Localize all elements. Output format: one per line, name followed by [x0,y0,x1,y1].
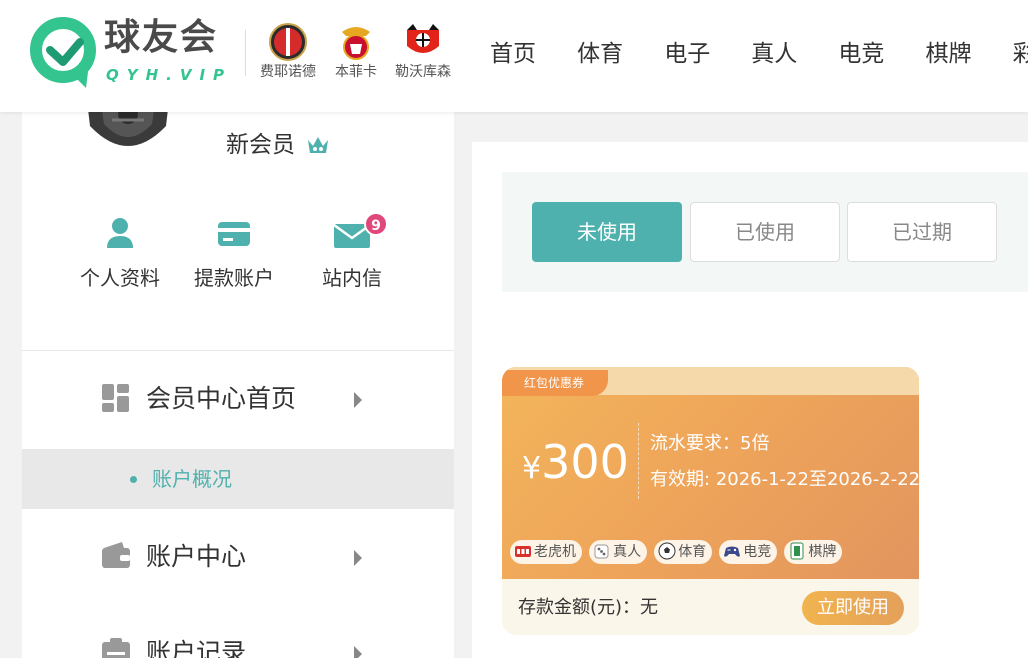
club-benfica[interactable]: 本菲卡 [320,22,392,81]
club-feyenoord[interactable]: 费耶诺德 [252,22,324,81]
sidebar-subitem-account-overview[interactable]: 账户概况 [22,449,454,509]
nav-item-cards[interactable]: 棋牌 [925,38,971,70]
nav-item-live-casino[interactable]: 真人 [751,38,797,70]
sidebar-item-label: 账户中心 [146,542,247,571]
coupon-amount: ¥300 [522,437,629,498]
tab-unused[interactable]: 未使用 [532,202,682,262]
club-leverkusen[interactable]: 勒沃库森 [387,22,459,81]
coupon-main-panel: 未使用 已使用 已过期 红包优惠券 ¥300 流水要求：5倍 有效期: 2026… [472,142,1028,658]
gamepad-icon [724,546,741,557]
caret-right-icon [354,646,362,658]
tab-used[interactable]: 已使用 [690,202,840,262]
user-icon [107,218,133,248]
top-header: 球友会 QYH.VIP 费耶诺德 本菲卡 勒沃库森 首页 体育 电子 真人 电竞… [0,0,1028,112]
avatar[interactable] [82,112,174,158]
game-chip-sports: 体育 [654,540,713,564]
coupon-tabs: 未使用 已使用 已过期 [502,172,1028,292]
coupon-card: 红包优惠券 ¥300 流水要求：5倍 有效期: 2026-1-22至2026-2… [502,367,919,635]
coupon-body: 红包优惠券 ¥300 流水要求：5倍 有效期: 2026-1-22至2026-2… [502,367,919,579]
quick-link-profile[interactable]: 个人资料 [70,216,170,290]
benfica-crest-icon [342,27,370,60]
nav-item-slots[interactable]: 电子 [664,38,710,70]
coupon-value: 300 [541,435,629,489]
club-name: 费耶诺德 [260,64,316,80]
game-chip-label: 电竞 [743,544,772,560]
leverkusen-crest-icon [407,24,439,53]
coupon-game-list: 老虎机 真人 体育 电竞 棋牌 [510,540,844,564]
mahjong-icon [790,542,804,560]
game-chip-label: 真人 [613,544,642,560]
quick-link-label: 提款账户 [194,266,274,290]
slot-icon [515,546,531,557]
coupon-validity: 有效期: 2026-1-22至2026-2-22 [650,469,919,490]
sidebar-item-label: 会员中心首页 [146,384,297,413]
brand-logo-icon[interactable] [28,16,98,90]
sidebar-item-account-records[interactable]: 账户记录 [22,624,454,658]
sidebar-item-label: 账户记录 [146,638,247,658]
game-chip-label: 老虎机 [534,544,576,560]
member-sidebar: 新会员 个人资料 提款账户 9 站内信 会员中心首页 账户概况 账户中心 账户记… [22,112,454,658]
nav-item-esports[interactable]: 电竞 [838,38,884,70]
caret-right-icon [354,392,362,408]
coupon-deposit-amount: 存款金额(元)：无 [518,597,659,618]
currency-symbol: ¥ [522,451,542,486]
club-name: 本菲卡 [335,64,377,80]
unread-badge: 9 [364,212,388,236]
game-chip-slots: 老虎机 [510,540,582,564]
header-divider [245,30,246,76]
quick-link-label: 个人资料 [80,266,160,290]
game-chip-live: 真人 [589,540,648,564]
brand-domain: QYH.VIP [106,66,233,84]
brand-name[interactable]: 球友会 [104,18,218,58]
coupon-turnover: 流水要求：5倍 [650,433,770,454]
game-chip-esports: 电竞 [719,540,778,564]
sidebar-item-member-home[interactable]: 会员中心首页 [22,370,454,430]
nav-item-lottery[interactable]: 彩 [1013,38,1028,70]
quick-link-inbox[interactable]: 9 站内信 [302,212,402,290]
soccer-ball-icon [658,542,676,560]
use-now-button[interactable]: 立即使用 [802,591,904,625]
quick-link-label: 站内信 [322,266,382,290]
member-level: 新会员 [226,132,295,158]
clipboard-icon [102,638,130,658]
sidebar-divider [22,350,454,351]
dice-icon [594,544,609,559]
game-chip-label: 棋牌 [808,544,837,560]
main-nav: 首页 体育 电子 真人 电竞 棋牌 彩 [490,38,1028,70]
wallet-icon [102,542,130,568]
coupon-type-tag: 红包优惠券 [502,370,608,396]
quick-link-withdraw-account[interactable]: 提款账户 [184,216,284,290]
crown-icon [308,137,328,153]
sidebar-subitem-label: 账户概况 [152,467,232,491]
game-chip-label: 体育 [678,544,707,560]
tab-expired[interactable]: 已过期 [847,202,997,262]
nav-item-sports[interactable]: 体育 [577,38,623,70]
game-chip-cards: 棋牌 [784,540,843,564]
caret-right-icon [354,550,362,566]
dashboard-icon [102,384,129,412]
feyenoord-crest-icon [269,23,307,61]
coupon-separator [638,423,639,499]
club-name: 勒沃库森 [395,64,451,80]
card-icon [218,222,250,246]
sidebar-item-account-center[interactable]: 账户中心 [22,528,454,588]
bullet-dot [130,476,137,483]
nav-item-home[interactable]: 首页 [490,38,536,70]
